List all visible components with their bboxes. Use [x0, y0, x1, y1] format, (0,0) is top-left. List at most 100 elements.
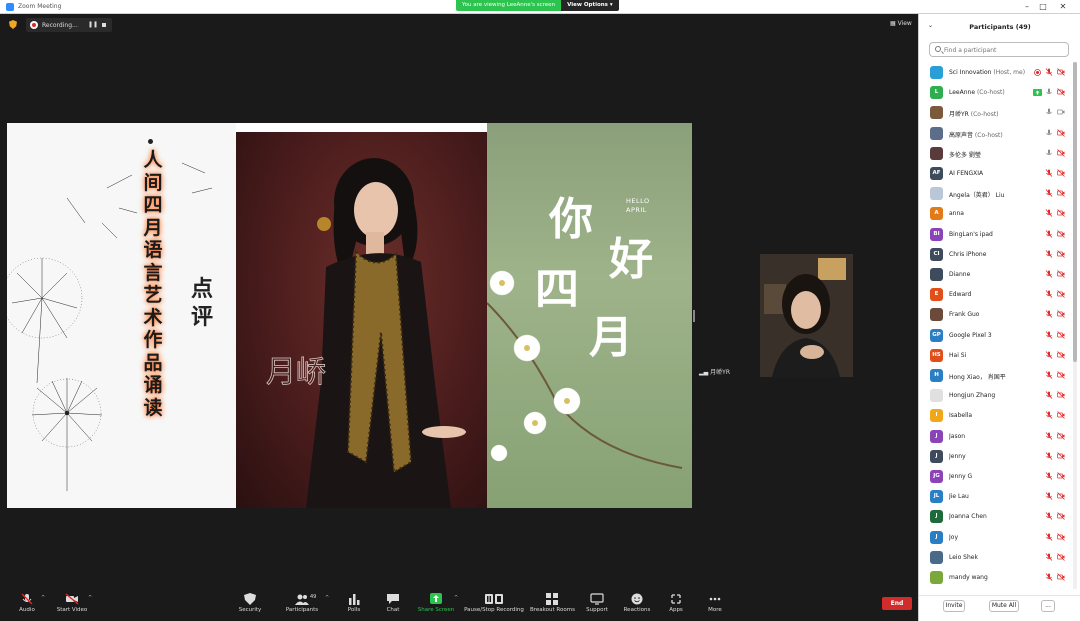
apps-button[interactable]: Apps	[654, 589, 698, 621]
video-camera-off-icon[interactable]	[1057, 492, 1065, 500]
microphone-muted-icon[interactable]	[1045, 512, 1053, 521]
scrollbar-thumb[interactable]	[1073, 62, 1077, 362]
participants-button[interactable]: 49 ^ Participants	[280, 589, 329, 621]
video-camera-off-icon[interactable]	[1057, 169, 1065, 177]
video-camera-off-icon[interactable]	[1057, 270, 1065, 278]
close-icon[interactable]: ✕	[1056, 2, 1070, 12]
share-options-caret[interactable]: ^	[454, 595, 458, 601]
video-camera-off-icon[interactable]	[1057, 149, 1065, 157]
microphone-icon[interactable]	[1045, 129, 1053, 137]
microphone-muted-icon[interactable]	[1045, 250, 1053, 258]
microphone-muted-icon[interactable]	[1045, 391, 1053, 399]
microphone-muted-icon[interactable]	[1045, 330, 1053, 339]
invite-button[interactable]: Invite	[943, 600, 965, 612]
microphone-muted-icon[interactable]	[1045, 68, 1053, 76]
participant-search[interactable]	[929, 42, 1069, 57]
stop-recording-icon[interactable]	[102, 23, 106, 27]
microphone-muted-icon[interactable]	[1045, 351, 1053, 359]
video-camera-off-icon[interactable]	[1057, 209, 1065, 218]
microphone-muted-icon[interactable]	[1045, 270, 1053, 278]
pause-recording-icon[interactable]: ❚❚	[88, 21, 98, 28]
participant-row[interactable]: GP Google Pixel 3	[919, 325, 1073, 345]
video-camera-off-icon[interactable]	[1057, 88, 1065, 96]
audio-button[interactable]: ^ Audio	[5, 589, 49, 621]
participant-row[interactable]: Hongjun Zhang	[919, 385, 1073, 405]
video-camera-off-icon[interactable]	[1057, 553, 1065, 561]
microphone-muted-icon[interactable]	[1045, 411, 1053, 420]
chat-button[interactable]: Chat	[371, 589, 415, 621]
microphone-muted-icon[interactable]	[1045, 209, 1053, 218]
microphone-muted-icon[interactable]	[1045, 532, 1053, 541]
participant-row[interactable]: Frank Guo	[919, 304, 1073, 324]
reactions-button[interactable]: Reactions	[615, 589, 659, 621]
participant-row[interactable]: Leio Shek	[919, 547, 1073, 567]
participant-video-tile[interactable]	[760, 254, 853, 377]
video-camera-off-icon[interactable]	[1057, 290, 1065, 298]
participant-row[interactable]: 月峤YR (Co-host)	[919, 102, 1073, 122]
participant-row[interactable]: J Joanna Chen	[919, 506, 1073, 526]
participant-scrollbar[interactable]	[1073, 62, 1077, 589]
microphone-muted-icon[interactable]	[1045, 431, 1053, 440]
microphone-icon[interactable]	[1045, 88, 1053, 96]
view-button[interactable]: ▦ View	[890, 20, 912, 27]
participant-row[interactable]: L LeeAnne (Co-host)	[919, 82, 1073, 102]
participant-row[interactable]: Dianne	[919, 264, 1073, 284]
video-camera-off-icon[interactable]	[1057, 472, 1065, 480]
microphone-muted-icon[interactable]	[1045, 472, 1053, 480]
video-options-caret[interactable]: ^	[88, 595, 92, 601]
participant-row[interactable]: H Hong Xiao， 肖国平	[919, 365, 1073, 385]
video-camera-off-icon[interactable]	[1057, 452, 1065, 460]
video-camera-off-icon[interactable]	[1057, 391, 1065, 399]
participant-list[interactable]: Sci Innovation (Host, me) L LeeAnne (Co-ho…	[919, 62, 1073, 589]
microphone-muted-icon[interactable]	[1045, 290, 1053, 298]
video-camera-off-icon[interactable]	[1057, 371, 1065, 379]
participant-row[interactable]: E Edward	[919, 284, 1073, 304]
more-button[interactable]: More	[693, 589, 737, 621]
maximize-icon[interactable]: □	[1036, 2, 1050, 12]
video-camera-off-icon[interactable]	[1057, 411, 1065, 420]
participant-row[interactable]: Sci Innovation (Host, me)	[919, 62, 1073, 82]
participant-row[interactable]: HS Hai Si	[919, 345, 1073, 365]
end-meeting-button[interactable]: End	[882, 597, 912, 610]
microphone-muted-icon[interactable]	[1045, 189, 1053, 197]
participant-row[interactable]: 多伦多 劉瑩	[919, 143, 1073, 163]
participant-row[interactable]: Angela（英君） Liu	[919, 183, 1073, 203]
view-options-button[interactable]: View Options ▾	[561, 0, 619, 11]
video-camera-off-icon[interactable]	[1057, 229, 1065, 238]
video-camera-off-icon[interactable]	[1057, 68, 1065, 76]
participant-row[interactable]: AF AI FENGXIA	[919, 163, 1073, 183]
participant-row[interactable]: J Joy	[919, 527, 1073, 547]
share-screen-button[interactable]: ^ Share Screen	[414, 589, 458, 621]
support-button[interactable]: Support	[575, 589, 619, 621]
microphone-muted-icon[interactable]	[1045, 452, 1053, 460]
pause-stop-recording-button[interactable]: Pause/Stop Recording	[461, 589, 527, 621]
video-camera-off-icon[interactable]	[1057, 250, 1065, 258]
participant-row[interactable]: JG Jenny G	[919, 466, 1073, 486]
split-resize-handle[interactable]	[693, 310, 695, 322]
microphone-muted-icon[interactable]	[1045, 169, 1053, 177]
microphone-icon[interactable]	[1045, 149, 1053, 157]
video-camera-off-icon[interactable]	[1057, 330, 1065, 339]
security-button[interactable]: Security	[228, 589, 272, 621]
video-camera-off-icon[interactable]	[1057, 532, 1065, 541]
video-camera-off-icon[interactable]	[1057, 351, 1065, 359]
microphone-muted-icon[interactable]	[1045, 492, 1053, 500]
participant-row[interactable]: J Jason	[919, 426, 1073, 446]
more-options-button[interactable]: ...	[1041, 600, 1055, 612]
video-camera-icon[interactable]	[1057, 108, 1065, 116]
participant-row[interactable]: BI BingLan's ipad	[919, 224, 1073, 244]
mute-all-button[interactable]: Mute All	[989, 600, 1019, 612]
microphone-muted-icon[interactable]	[1045, 371, 1053, 379]
video-camera-off-icon[interactable]	[1057, 512, 1065, 521]
video-camera-off-icon[interactable]	[1057, 310, 1065, 319]
video-camera-off-icon[interactable]	[1057, 189, 1065, 197]
participant-row[interactable]: I Isabella	[919, 405, 1073, 425]
security-shield-icon[interactable]	[9, 20, 17, 29]
participant-row[interactable]: Aanna	[919, 203, 1073, 223]
breakout-rooms-button[interactable]: Breakout Rooms	[530, 589, 575, 621]
polls-button[interactable]: Polls	[332, 589, 376, 621]
minimize-icon[interactable]: –	[1020, 2, 1034, 12]
microphone-muted-icon[interactable]	[1045, 229, 1053, 238]
participants-options-caret[interactable]: ^	[325, 595, 329, 601]
microphone-muted-icon[interactable]	[1045, 310, 1053, 319]
